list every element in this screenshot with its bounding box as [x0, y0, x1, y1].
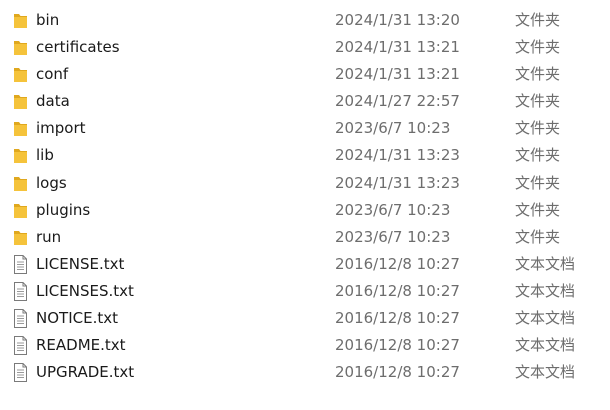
file-name: UPGRADE.txt [36, 363, 135, 382]
file-type: 文件夹 [515, 200, 561, 219]
file-type: 文本文档 [515, 336, 576, 355]
file-modified-date: 2024/1/31 13:23 [335, 146, 460, 165]
file-name: lib [36, 146, 54, 165]
file-type: 文件夹 [515, 92, 561, 111]
file-type: 文件夹 [515, 65, 561, 84]
file-row[interactable]: data 2024/1/27 22:57 文件夹 [0, 88, 600, 115]
file-row[interactable]: NOTICE.txt 2016/12/8 10:27 文本文档 [0, 305, 600, 332]
text-file-icon [13, 281, 28, 301]
file-name: plugins [36, 200, 91, 219]
file-modified-date: 2016/12/8 10:27 [335, 363, 460, 382]
folder-icon [13, 65, 28, 84]
file-name: certificates [36, 38, 120, 57]
file-row[interactable]: lib 2024/1/31 13:23 文件夹 [0, 142, 600, 169]
file-name: NOTICE.txt [36, 309, 118, 328]
folder-icon [13, 11, 28, 30]
file-modified-date: 2016/12/8 10:27 [335, 336, 460, 355]
text-file-icon [13, 363, 28, 383]
file-name: data [36, 92, 70, 111]
file-name: LICENSES.txt [36, 281, 134, 300]
file-row[interactable]: import 2023/6/7 10:23 文件夹 [0, 115, 600, 142]
file-type: 文本文档 [515, 309, 576, 328]
folder-icon [13, 201, 28, 220]
file-type: 文件夹 [515, 146, 561, 165]
file-modified-date: 2024/1/31 13:21 [335, 38, 460, 57]
folder-icon [13, 228, 28, 247]
file-name: LICENSE.txt [36, 254, 125, 273]
file-row[interactable]: certificates 2024/1/31 13:21 文件夹 [0, 34, 600, 61]
text-file-icon [13, 254, 28, 274]
folder-icon [13, 174, 28, 193]
file-modified-date: 2023/6/7 10:23 [335, 119, 451, 138]
file-row[interactable]: conf 2024/1/31 13:21 文件夹 [0, 61, 600, 88]
file-type: 文件夹 [515, 119, 561, 138]
file-modified-date: 2016/12/8 10:27 [335, 281, 460, 300]
file-type: 文件夹 [515, 173, 561, 192]
file-row[interactable]: logs 2024/1/31 13:23 文件夹 [0, 170, 600, 197]
file-name: conf [36, 65, 69, 84]
file-modified-date: 2024/1/27 22:57 [335, 92, 460, 111]
file-row[interactable]: run 2023/6/7 10:23 文件夹 [0, 224, 600, 251]
file-type: 文件夹 [515, 227, 561, 246]
file-modified-date: 2016/12/8 10:27 [335, 309, 460, 328]
file-type: 文本文档 [515, 363, 576, 382]
file-row[interactable]: LICENSES.txt 2016/12/8 10:27 文本文档 [0, 278, 600, 305]
file-modified-date: 2024/1/31 13:23 [335, 173, 460, 192]
file-row[interactable]: bin 2024/1/31 13:20 文件夹 [0, 7, 600, 34]
file-list: bin 2024/1/31 13:20 文件夹 certificates 202… [0, 7, 610, 386]
file-name: logs [36, 173, 67, 192]
file-type: 文件夹 [515, 38, 561, 57]
file-modified-date: 2023/6/7 10:23 [335, 200, 451, 219]
text-file-icon [13, 336, 28, 356]
folder-icon [13, 119, 28, 138]
folder-icon [13, 92, 28, 111]
file-type: 文本文档 [515, 281, 576, 300]
file-modified-date: 2024/1/31 13:20 [335, 11, 460, 29]
file-name: import [36, 119, 86, 138]
file-modified-date: 2024/1/31 13:21 [335, 65, 460, 84]
file-name: run [36, 227, 62, 246]
file-name: bin [36, 11, 60, 29]
file-row[interactable]: plugins 2023/6/7 10:23 文件夹 [0, 197, 600, 224]
file-type: 文本文档 [515, 254, 576, 273]
file-type: 文件夹 [515, 11, 561, 29]
file-modified-date: 2016/12/8 10:27 [335, 254, 460, 273]
text-file-icon [13, 309, 28, 329]
file-name: README.txt [36, 336, 126, 355]
file-row[interactable]: LICENSE.txt 2016/12/8 10:27 文本文档 [0, 251, 600, 278]
folder-icon [13, 146, 28, 165]
file-modified-date: 2023/6/7 10:23 [335, 227, 451, 246]
file-row[interactable]: README.txt 2016/12/8 10:27 文本文档 [0, 332, 600, 359]
folder-icon [13, 38, 28, 57]
file-row[interactable]: UPGRADE.txt 2016/12/8 10:27 文本文档 [0, 359, 600, 386]
